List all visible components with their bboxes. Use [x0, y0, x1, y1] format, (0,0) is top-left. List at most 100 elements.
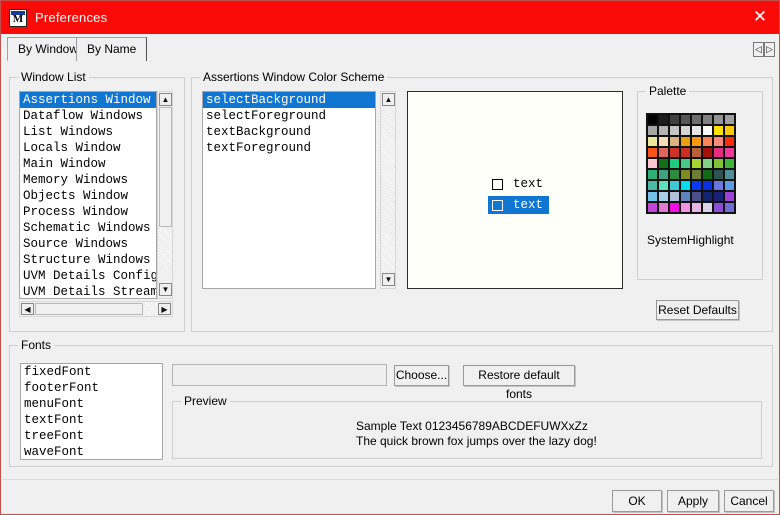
palette-swatch[interactable]: [658, 180, 669, 191]
palette-swatch[interactable]: [713, 158, 724, 169]
palette-swatch[interactable]: [669, 125, 680, 136]
palette-swatch[interactable]: [647, 114, 658, 125]
choose-font-button[interactable]: Choose...: [394, 365, 449, 386]
palette-swatch[interactable]: [702, 125, 713, 136]
palette-swatch[interactable]: [658, 191, 669, 202]
palette-swatch[interactable]: [691, 180, 702, 191]
list-item[interactable]: textFont: [21, 412, 162, 428]
list-item[interactable]: Assertions Window: [20, 92, 156, 108]
palette-swatch[interactable]: [658, 169, 669, 180]
list-item[interactable]: footerFont: [21, 380, 162, 396]
palette-swatch[interactable]: [702, 191, 713, 202]
palette-swatch[interactable]: [691, 114, 702, 125]
palette-swatch[interactable]: [702, 147, 713, 158]
scroll-up-icon[interactable]: ▲: [382, 93, 395, 106]
palette-swatch[interactable]: [647, 202, 658, 213]
palette-swatch[interactable]: [691, 202, 702, 213]
palette-swatch[interactable]: [658, 158, 669, 169]
palette-swatch[interactable]: [702, 202, 713, 213]
scroll-left-icon[interactable]: ◀: [21, 303, 34, 315]
window-list-listbox[interactable]: Assertions Window Dataflow Windows List …: [19, 91, 157, 299]
palette-swatch[interactable]: [669, 114, 680, 125]
vscroll-trough[interactable]: [382, 107, 395, 273]
tab-scroll-right-icon[interactable]: ▷: [764, 42, 775, 57]
list-item[interactable]: UVM Details Stream: [20, 284, 156, 298]
window-list-vscrollbar[interactable]: ▲ ▼: [157, 91, 173, 299]
palette-swatch[interactable]: [702, 169, 713, 180]
reset-defaults-button[interactable]: Reset Defaults: [656, 300, 739, 320]
palette-swatch[interactable]: [669, 202, 680, 213]
list-item[interactable]: textForeground: [203, 140, 375, 156]
palette-swatch[interactable]: [713, 180, 724, 191]
list-item[interactable]: menuFont: [21, 396, 162, 412]
palette-swatch[interactable]: [713, 202, 724, 213]
palette-swatch[interactable]: [680, 180, 691, 191]
palette-swatch[interactable]: [680, 169, 691, 180]
list-item[interactable]: treeFont: [21, 428, 162, 444]
palette-swatch[interactable]: [691, 158, 702, 169]
restore-default-fonts-button[interactable]: Restore default fonts: [463, 365, 575, 401]
list-item[interactable]: selectBackground: [203, 92, 375, 108]
palette-swatch[interactable]: [680, 191, 691, 202]
palette-swatch[interactable]: [658, 136, 669, 147]
palette-swatch[interactable]: [647, 180, 658, 191]
palette-swatch[interactable]: [691, 147, 702, 158]
palette-swatch[interactable]: [691, 169, 702, 180]
palette-swatch[interactable]: [647, 125, 658, 136]
palette-swatch[interactable]: [669, 191, 680, 202]
palette-swatch[interactable]: [702, 180, 713, 191]
list-item[interactable]: UVM Details ConfigD: [20, 268, 156, 284]
preview-row-selected[interactable]: text: [488, 196, 550, 214]
palette-swatch[interactable]: [691, 125, 702, 136]
scroll-up-icon[interactable]: ▲: [159, 93, 172, 106]
palette-swatch[interactable]: [713, 136, 724, 147]
palette-swatch[interactable]: [724, 180, 735, 191]
color-scheme-vscrollbar[interactable]: ▲ ▼: [380, 91, 396, 289]
palette-swatch[interactable]: [691, 136, 702, 147]
palette-swatch[interactable]: [702, 114, 713, 125]
palette-swatch[interactable]: [724, 191, 735, 202]
checkbox-icon[interactable]: [492, 178, 503, 190]
palette-swatch[interactable]: [669, 136, 680, 147]
palette-swatch[interactable]: [647, 158, 658, 169]
list-item[interactable]: Dataflow Windows: [20, 108, 156, 124]
palette-swatch[interactable]: [658, 114, 669, 125]
list-item[interactable]: selectForeground: [203, 108, 375, 124]
palette-swatch[interactable]: [669, 147, 680, 158]
cancel-button[interactable]: Cancel: [724, 490, 774, 512]
window-list-hscrollbar[interactable]: ◀ ▶: [19, 301, 173, 317]
palette-swatch[interactable]: [647, 191, 658, 202]
tab-scroll-left-icon[interactable]: ◁: [753, 42, 764, 57]
tab-by-name[interactable]: By Name: [76, 37, 148, 61]
palette-swatch-grid[interactable]: [646, 113, 736, 214]
list-item[interactable]: Main Window: [20, 156, 156, 172]
palette-swatch[interactable]: [724, 202, 735, 213]
palette-swatch[interactable]: [680, 147, 691, 158]
list-item[interactable]: Structure Windows: [20, 252, 156, 268]
list-item[interactable]: textBackground: [203, 124, 375, 140]
list-item[interactable]: Process Window: [20, 204, 156, 220]
palette-swatch[interactable]: [680, 158, 691, 169]
palette-swatch[interactable]: [680, 114, 691, 125]
checkbox-icon[interactable]: [492, 199, 503, 211]
palette-swatch[interactable]: [724, 114, 735, 125]
hscroll-thumb[interactable]: [35, 303, 143, 315]
list-item[interactable]: Locals Window: [20, 140, 156, 156]
palette-swatch[interactable]: [713, 114, 724, 125]
palette-swatch[interactable]: [713, 125, 724, 136]
color-preview-pane[interactable]: text text: [407, 91, 623, 289]
palette-swatch[interactable]: [658, 202, 669, 213]
palette-swatch[interactable]: [702, 158, 713, 169]
palette-swatch[interactable]: [724, 125, 735, 136]
palette-swatch[interactable]: [713, 147, 724, 158]
scroll-right-icon[interactable]: ▶: [158, 303, 171, 315]
palette-swatch[interactable]: [724, 136, 735, 147]
palette-swatch[interactable]: [647, 136, 658, 147]
palette-swatch[interactable]: [680, 125, 691, 136]
palette-swatch[interactable]: [680, 202, 691, 213]
palette-swatch[interactable]: [724, 147, 735, 158]
palette-swatch[interactable]: [669, 169, 680, 180]
palette-swatch[interactable]: [647, 169, 658, 180]
palette-swatch[interactable]: [713, 169, 724, 180]
list-item[interactable]: waveFont: [21, 444, 162, 459]
